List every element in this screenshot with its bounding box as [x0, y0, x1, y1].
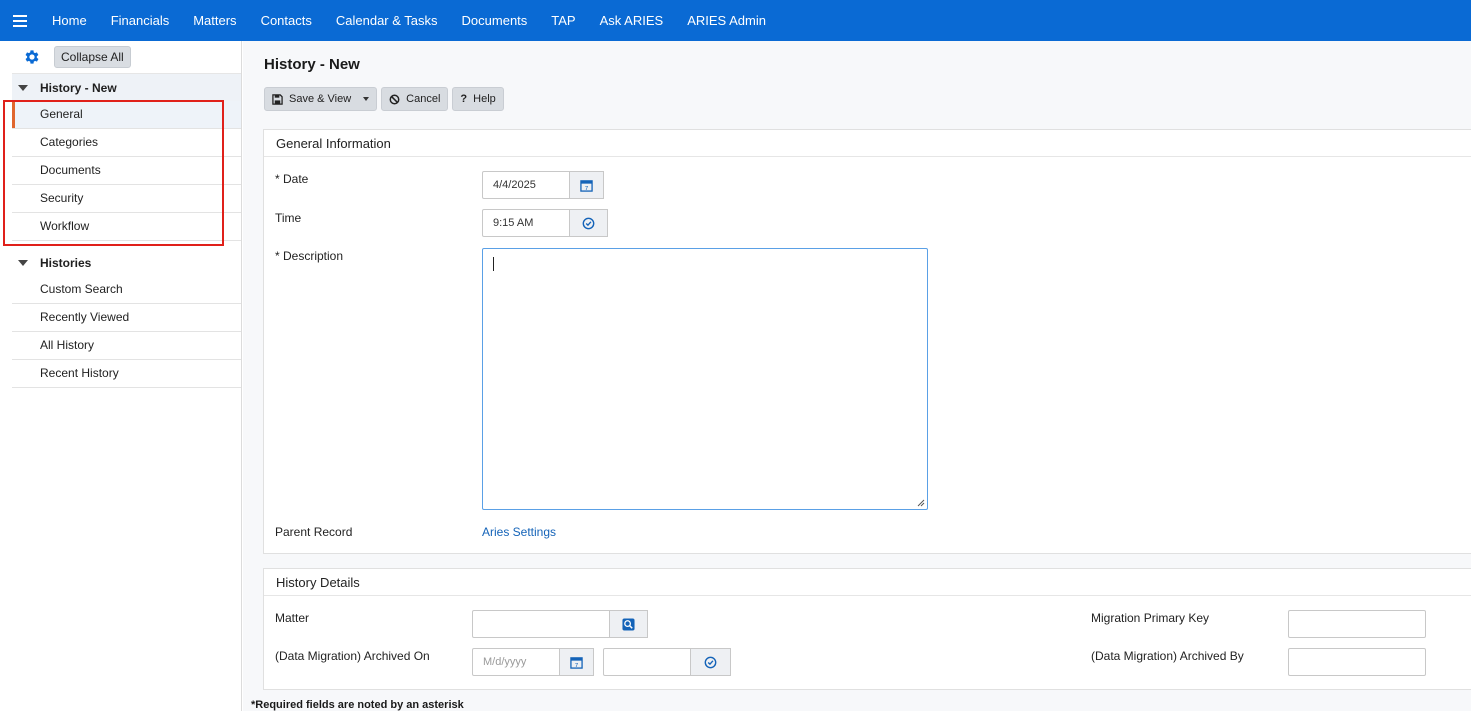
- nav-ask-aries[interactable]: Ask ARIES: [588, 0, 676, 41]
- action-toolbar: Save & View Cancel ? Help: [264, 87, 504, 111]
- migration-primary-key-label: Migration Primary Key: [1091, 611, 1210, 625]
- help-label: Help: [473, 93, 496, 105]
- parent-record-link[interactable]: Aries Settings: [482, 525, 556, 539]
- cancel-icon: [389, 94, 400, 104]
- collapse-all-button[interactable]: Collapse All: [54, 46, 131, 68]
- nav-home[interactable]: Home: [40, 0, 99, 41]
- archived-by-input[interactable]: [1288, 648, 1426, 676]
- sidebar-group-histories[interactable]: Histories: [12, 249, 241, 276]
- left-gutter: [0, 41, 12, 711]
- nav-documents[interactable]: Documents: [450, 0, 540, 41]
- nav-aries-admin[interactable]: ARIES Admin: [675, 0, 778, 41]
- sidebar-item-security[interactable]: Security: [12, 185, 241, 213]
- sidebar-item-documents[interactable]: Documents: [12, 157, 241, 185]
- description-textarea[interactable]: [482, 248, 928, 510]
- date-label: * Date: [275, 172, 309, 186]
- sidebar-item-recently-viewed[interactable]: Recently Viewed: [12, 304, 241, 332]
- expand-triangle-icon: [18, 84, 28, 91]
- sidebar: Collapse All History - New General Categ…: [12, 41, 242, 711]
- question-icon: ?: [460, 93, 468, 105]
- gear-icon[interactable]: [22, 47, 42, 67]
- date-input[interactable]: 4/4/2025: [482, 171, 571, 199]
- svg-text:7: 7: [585, 186, 589, 192]
- search-icon[interactable]: [609, 610, 648, 638]
- sidebar-item-general[interactable]: General: [12, 101, 241, 129]
- required-fields-note: *Required fields are noted by an asteris…: [251, 699, 464, 711]
- page-title: History - New: [264, 56, 360, 73]
- card-title: History Details: [264, 569, 1471, 596]
- archived-on-label: (Data Migration) Archived On: [275, 649, 430, 663]
- sidebar-item-workflow[interactable]: Workflow: [12, 213, 241, 241]
- help-button[interactable]: ? Help: [452, 87, 504, 111]
- time-input[interactable]: 9:15 AM: [482, 209, 571, 237]
- nav-contacts[interactable]: Contacts: [249, 0, 324, 41]
- top-nav: Home Financials Matters Contacts Calenda…: [0, 0, 1471, 41]
- general-information-card: General Information * Date 4/4/2025 7 Ti…: [263, 129, 1471, 554]
- svg-text:7: 7: [575, 663, 579, 669]
- sidebar-item-recent-history[interactable]: Recent History: [12, 360, 241, 388]
- nav-calendar-tasks[interactable]: Calendar & Tasks: [324, 0, 450, 41]
- cancel-button[interactable]: Cancel: [381, 87, 449, 111]
- nav-financials[interactable]: Financials: [99, 0, 182, 41]
- parent-record-label: Parent Record: [275, 525, 353, 539]
- clock-icon[interactable]: [569, 209, 608, 237]
- hamburger-menu-icon[interactable]: [0, 0, 40, 41]
- sidebar-item-categories[interactable]: Categories: [12, 129, 241, 157]
- expand-triangle-icon: [18, 259, 28, 266]
- sidebar-group-label: History - New: [40, 80, 117, 95]
- sidebar-item-all-history[interactable]: All History: [12, 332, 241, 360]
- card-title: General Information: [264, 130, 1471, 157]
- sidebar-item-custom-search[interactable]: Custom Search: [12, 276, 241, 304]
- matter-input[interactable]: [472, 610, 611, 638]
- matter-label: Matter: [275, 611, 310, 625]
- resize-handle-icon[interactable]: [917, 499, 925, 507]
- chevron-down-icon[interactable]: [363, 97, 370, 101]
- nav-tap[interactable]: TAP: [539, 0, 587, 41]
- time-label: Time: [275, 211, 302, 225]
- archived-on-date-input[interactable]: M/d/yyyy: [472, 648, 561, 676]
- main-content: History - New Save & View Cancel ? Help …: [243, 41, 1471, 711]
- description-label: * Description: [275, 249, 344, 263]
- archived-on-time-input[interactable]: [603, 648, 692, 676]
- sidebar-group-history-new[interactable]: History - New: [12, 74, 241, 101]
- save-view-label: Save & View: [289, 93, 352, 105]
- clock-icon[interactable]: [690, 648, 731, 676]
- calendar-icon[interactable]: 7: [559, 648, 594, 676]
- calendar-icon[interactable]: 7: [569, 171, 604, 199]
- history-details-card: History Details Matter (Data Migration) …: [263, 568, 1471, 690]
- cancel-label: Cancel: [406, 93, 441, 105]
- save-icon: [272, 93, 283, 105]
- sidebar-toolbar: Collapse All: [12, 41, 241, 74]
- nav-matters[interactable]: Matters: [181, 0, 248, 41]
- text-cursor: [493, 257, 494, 271]
- save-view-button[interactable]: Save & View: [264, 87, 378, 111]
- migration-primary-key-input[interactable]: [1288, 610, 1426, 638]
- archived-by-label: (Data Migration) Archived By: [1091, 649, 1244, 663]
- sidebar-group-label: Histories: [40, 255, 92, 270]
